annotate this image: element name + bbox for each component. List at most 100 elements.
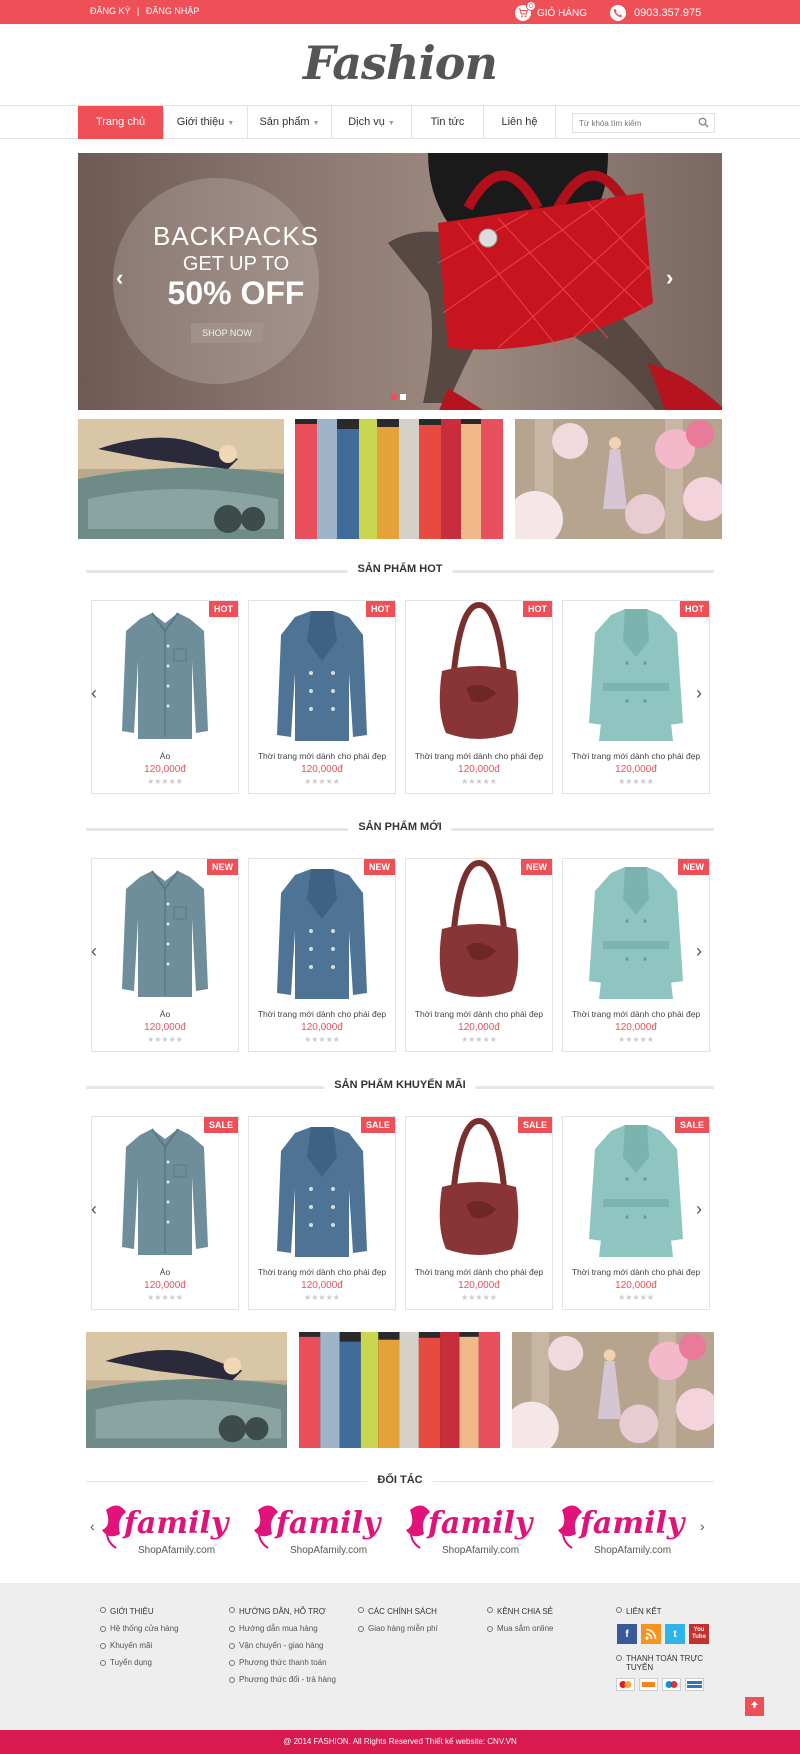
slider-next-arrow[interactable]: ›: [666, 265, 673, 291]
arrow-up-icon: [751, 1701, 758, 1708]
footer-link[interactable]: Tuyển dụng: [110, 1658, 152, 1667]
nav-item-products[interactable]: Sản phẩm ▼: [248, 106, 332, 139]
footer-heading[interactable]: CÁC CHÍNH SÁCH: [368, 1607, 437, 1616]
product-card[interactable]: SALE Thời trang mới dành cho phái đẹp 120,…: [562, 1116, 710, 1310]
partner-logo[interactable]: family ShopAfamily.com: [554, 1500, 704, 1562]
product-name[interactable]: Thời trang mới dành cho phái đẹp: [563, 751, 709, 761]
search-input[interactable]: [573, 114, 691, 132]
partners-prev-arrow[interactable]: ‹: [90, 1518, 95, 1534]
facebook-icon[interactable]: f: [617, 1624, 637, 1644]
back-to-top-button[interactable]: [745, 1697, 764, 1716]
footer-link[interactable]: Khuyến mãi: [110, 1641, 152, 1650]
footer-link[interactable]: Mua sắm online: [497, 1624, 553, 1633]
product-image[interactable]: [563, 859, 709, 1005]
carousel-next-arrow[interactable]: ›: [696, 941, 702, 962]
product-name[interactable]: Thời trang mới dành cho phái đẹp: [249, 1009, 395, 1019]
promo-banner-clothes[interactable]: [295, 419, 503, 539]
product-name[interactable]: Thời trang mới dành cho phái đẹp: [406, 1267, 552, 1277]
promo-banner-car[interactable]: [78, 419, 284, 539]
footer-link[interactable]: Vận chuyển - giao hàng: [239, 1641, 324, 1650]
carousel-prev-arrow[interactable]: ‹: [91, 683, 97, 704]
footer-link[interactable]: Hệ thống cửa hàng: [110, 1624, 179, 1633]
product-card[interactable]: NEW Thời trang mới dành cho phái đẹp 120,0…: [248, 858, 396, 1052]
product-name[interactable]: Áo: [92, 751, 238, 761]
slider-dots: [391, 394, 406, 400]
section-title-text: SẢN PHẨM KHUYẾN MÃI: [324, 1079, 476, 1091]
footer: GIỚI THIỆU Hệ thống cửa hàng Khuyến mãi …: [0, 1583, 800, 1730]
product-image[interactable]: [406, 859, 552, 1005]
partner-logo-url: ShopAfamily.com: [442, 1545, 520, 1556]
carousel-next-arrow[interactable]: ›: [696, 1199, 702, 1220]
footer-heading[interactable]: GIỚI THIỆU: [110, 1607, 154, 1616]
product-image[interactable]: [249, 601, 395, 747]
cart-link[interactable]: 0 GIỎ HÀNG: [515, 1, 587, 21]
promo-banner-car[interactable]: [86, 1332, 287, 1448]
product-price: 120,000đ: [144, 764, 186, 775]
slider-dot[interactable]: [391, 394, 397, 400]
nav-item-home[interactable]: Trang chủ: [78, 106, 164, 139]
search-icon[interactable]: [698, 117, 709, 128]
product-card[interactable]: HOT Áo 120,000đ ★★★★★: [91, 600, 239, 794]
footer-col-share: KÊNH CHIA SẺ Mua sắm online: [487, 1607, 553, 1641]
nav-item-news[interactable]: Tin tức: [412, 106, 484, 139]
product-name[interactable]: Thời trang mới dành cho phái đẹp: [406, 751, 552, 761]
product-image[interactable]: [249, 1117, 395, 1263]
slider-dot[interactable]: [400, 394, 406, 400]
product-card[interactable]: HOT Thời trang mới dành cho phái đẹp 120,0…: [562, 600, 710, 794]
footer-heading[interactable]: HƯỚNG DẪN, HỖ TRỢ: [239, 1607, 326, 1616]
product-card[interactable]: SALE Thời trang mới dành cho phái đẹp 120,…: [248, 1116, 396, 1310]
promo-banner-balloons[interactable]: [515, 419, 722, 539]
product-card[interactable]: HOT Thời trang mới dành cho phái đẹp 120,0…: [248, 600, 396, 794]
product-price: 120,000đ: [615, 764, 657, 775]
site-logo[interactable]: Fashion: [0, 36, 800, 90]
footer-link[interactable]: Phương thức đổi - trả hàng: [239, 1675, 336, 1684]
partner-logo[interactable]: family ShopAfamily.com: [98, 1500, 248, 1562]
product-name[interactable]: Áo: [92, 1009, 238, 1019]
partner-logo[interactable]: family ShopAfamily.com: [250, 1500, 400, 1562]
footer-heading[interactable]: KÊNH CHIA SẺ: [497, 1607, 553, 1616]
shop-now-button[interactable]: SHOP NOW: [191, 323, 263, 343]
product-card[interactable]: HOT Thời trang mới dành cho phái đẹp 120,0…: [405, 600, 553, 794]
nav-item-contact[interactable]: Liên hệ: [484, 106, 556, 139]
partner-logo[interactable]: family ShopAfamily.com: [402, 1500, 552, 1562]
product-card[interactable]: SALE Áo 120,000đ ★★★★★: [91, 1116, 239, 1310]
product-name[interactable]: Thời trang mới dành cho phái đẹp: [563, 1267, 709, 1277]
footer-link[interactable]: Phương thức thanh toán: [239, 1658, 327, 1667]
product-card[interactable]: NEW Thời trang mới dành cho phái đẹp 120,0…: [405, 858, 553, 1052]
product-image[interactable]: [92, 859, 238, 1005]
twitter-icon[interactable]: t: [665, 1624, 685, 1644]
carousel-prev-arrow[interactable]: ‹: [91, 1199, 97, 1220]
login-link[interactable]: ĐĂNG NHẬP: [146, 6, 200, 16]
footer-link[interactable]: Hướng dẫn mua hàng: [239, 1624, 318, 1633]
product-image[interactable]: [406, 601, 552, 747]
slider-prev-arrow[interactable]: ‹: [116, 265, 123, 291]
product-image[interactable]: [92, 601, 238, 747]
product-image[interactable]: [249, 859, 395, 1005]
product-image[interactable]: [92, 1117, 238, 1263]
product-image[interactable]: [406, 1117, 552, 1263]
register-link[interactable]: ĐĂNG KÝ: [90, 6, 131, 16]
hero-slider[interactable]: BACKPACKS GET UP TO 50% OFF SHOP NOW ‹ ›: [78, 153, 722, 410]
carousel-prev-arrow[interactable]: ‹: [91, 941, 97, 962]
product-image[interactable]: [563, 601, 709, 747]
promo-banner-clothes[interactable]: [299, 1332, 500, 1448]
rss-icon[interactable]: [641, 1624, 661, 1644]
product-name[interactable]: Thời trang mới dành cho phái đẹp: [249, 751, 395, 761]
product-name[interactable]: Thời trang mới dành cho phái đẹp: [249, 1267, 395, 1277]
product-name[interactable]: Thời trang mới dành cho phái đẹp: [563, 1009, 709, 1019]
nav-item-about[interactable]: Giới thiệu ▼: [164, 106, 248, 139]
product-name[interactable]: Áo: [92, 1267, 238, 1277]
product-name[interactable]: Thời trang mới dành cho phái đẹp: [406, 1009, 552, 1019]
product-card[interactable]: NEW Thời trang mới dành cho phái đẹp 120,0…: [562, 858, 710, 1052]
bullet-icon: [487, 1607, 493, 1613]
carousel-next-arrow[interactable]: ›: [696, 683, 702, 704]
payment-icons: [616, 1678, 716, 1691]
youtube-icon[interactable]: You Tube: [689, 1624, 709, 1644]
nav-item-services[interactable]: Dịch vụ ▼: [332, 106, 412, 139]
footer-link[interactable]: Giao hàng miễn phí: [368, 1624, 438, 1633]
product-image[interactable]: [563, 1117, 709, 1263]
product-card[interactable]: NEW Áo 120,000đ ★★★★★: [91, 858, 239, 1052]
rating-stars: ★★★★★: [147, 1293, 183, 1302]
product-card[interactable]: SALE Thời trang mới dành cho phái đẹp 120,…: [405, 1116, 553, 1310]
promo-banner-balloons[interactable]: [512, 1332, 714, 1448]
